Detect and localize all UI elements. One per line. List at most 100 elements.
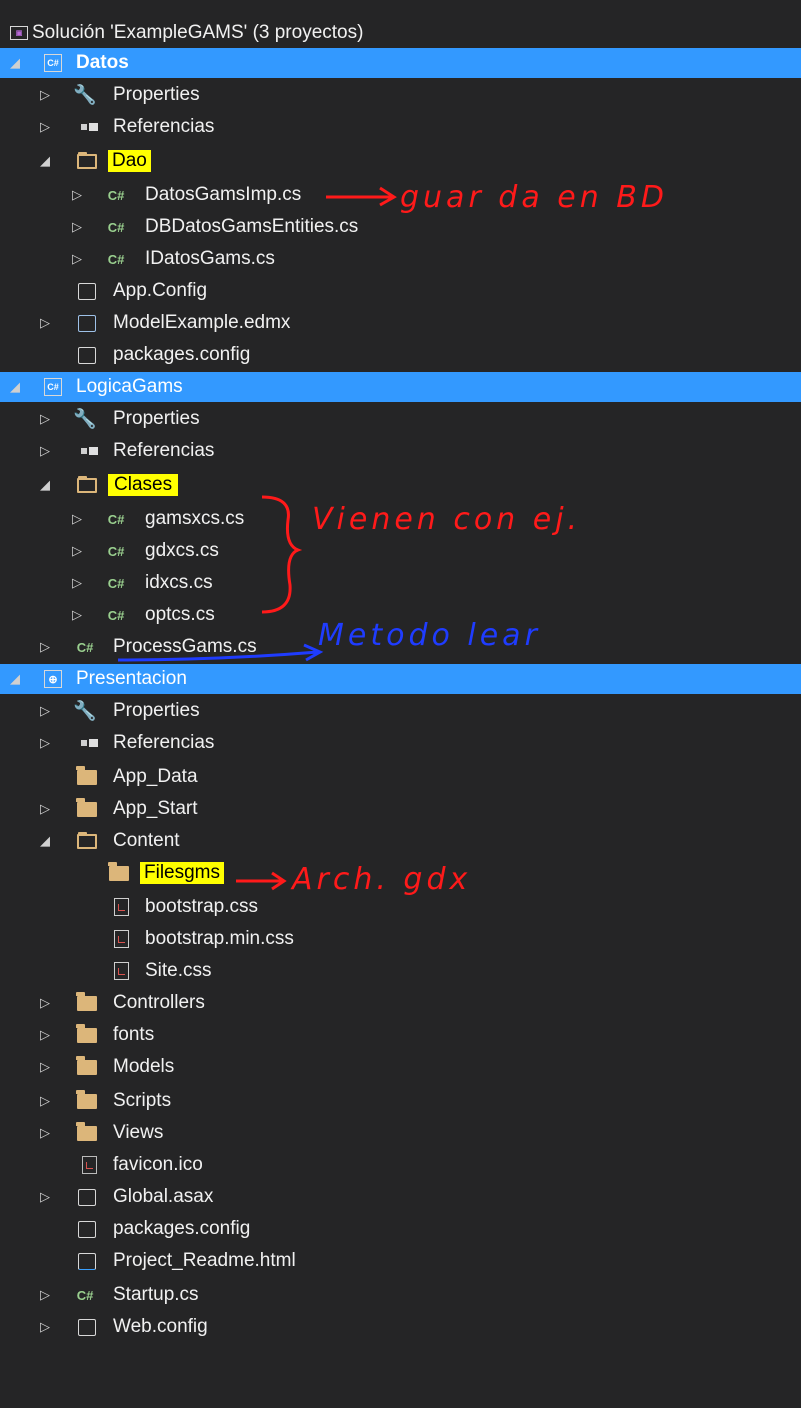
tree-item-label: Global.asax [113, 1186, 214, 1207]
collapsed-arrow-icon[interactable]: ▷ [70, 511, 84, 526]
collapsed-arrow-icon[interactable]: ▷ [38, 801, 52, 816]
tree-item-packagesconfig[interactable]: packages.config [0, 340, 801, 370]
solution-node[interactable]: ▣ Solución 'ExampleGAMS' (3 proyectos) [0, 18, 801, 48]
collapsed-arrow-icon[interactable]: ▷ [70, 607, 84, 622]
collapsed-arrow-icon[interactable]: ▷ [38, 639, 52, 654]
collapsed-arrow-icon[interactable]: ▷ [70, 187, 84, 202]
tree-item-label: Referencias [113, 440, 215, 461]
collapsed-arrow-icon[interactable]: ▷ [38, 703, 52, 718]
expanded-arrow-icon[interactable]: ◢ [8, 379, 22, 394]
wrench-icon: 🔧 [73, 409, 97, 430]
tree-item-label: Referencias [113, 116, 215, 137]
tree-item-views[interactable]: ▷ Views [0, 1118, 801, 1148]
collapsed-arrow-icon[interactable]: ▷ [38, 1027, 52, 1042]
project-datos[interactable]: ◢ C# Datos [0, 48, 801, 78]
tree-item-globalasax[interactable]: ▷ Global.asax [0, 1182, 801, 1212]
tree-item-label: Properties [113, 408, 200, 429]
collapsed-arrow-icon[interactable]: ▷ [38, 443, 52, 458]
collapsed-arrow-icon[interactable]: ▷ [38, 1319, 52, 1334]
wrench-icon: 🔧 [73, 701, 97, 722]
tree-item-clases[interactable]: ◢ Clases [0, 470, 801, 500]
tree-item-sitecss[interactable]: Site.css [0, 956, 801, 986]
folder-icon [108, 861, 130, 884]
tree-item-label: App.Config [113, 280, 208, 301]
tree-item-startup[interactable]: ▷ C# Startup.cs [0, 1280, 801, 1310]
collapsed-arrow-icon[interactable]: ▷ [70, 251, 84, 266]
csharp-project-icon: C# [42, 376, 64, 398]
tree-item-content[interactable]: ◢ Content [0, 826, 801, 856]
folder-icon [76, 991, 98, 1014]
config-file-icon [76, 1218, 98, 1240]
tree-item-idatosgams[interactable]: ▷ C# IDatosGams.cs [0, 244, 801, 274]
tree-item-fonts[interactable]: ▷ fonts [0, 1020, 801, 1050]
tree-item-scripts[interactable]: ▷ Scripts [0, 1086, 801, 1116]
folder-icon [76, 765, 98, 788]
tree-item-properties[interactable]: ▷ 🔧 Properties [0, 404, 801, 434]
tree-item-packagesconfig[interactable]: packages.config [0, 1214, 801, 1244]
tree-item-gdxcs[interactable]: ▷ C# gdxcs.cs [0, 536, 801, 566]
expanded-arrow-icon[interactable]: ◢ [38, 477, 52, 492]
collapsed-arrow-icon[interactable]: ▷ [38, 1093, 52, 1108]
tree-item-label: packages.config [113, 344, 251, 365]
annotation-guarda: guar da en BD [400, 180, 668, 215]
tree-item-label: ModelExample.edmx [113, 312, 291, 333]
tree-item-label: idxcs.cs [145, 572, 213, 593]
tree-item-properties[interactable]: ▷ 🔧 Properties [0, 696, 801, 726]
tree-item-label: Site.css [145, 960, 212, 981]
solution-label: Solución 'ExampleGAMS' (3 proyectos) [32, 22, 364, 43]
tree-item-idxcs[interactable]: ▷ C# idxcs.cs [0, 568, 801, 598]
tree-item-label: Controllers [113, 992, 205, 1013]
csharp-file-icon: C# [107, 543, 125, 559]
tree-item-dbdatosgamsentities[interactable]: ▷ C# DBDatosGamsEntities.cs [0, 212, 801, 242]
tree-item-referencias[interactable]: ▷ Referencias [0, 112, 801, 142]
collapsed-arrow-icon[interactable]: ▷ [38, 1059, 52, 1074]
collapsed-arrow-icon[interactable]: ▷ [38, 1189, 52, 1204]
html-file-icon [76, 1250, 98, 1272]
annotation-metodo: Metodo lear [318, 618, 541, 653]
collapsed-arrow-icon[interactable]: ▷ [38, 995, 52, 1010]
tree-item-appdata[interactable]: App_Data [0, 762, 801, 792]
project-presentacion[interactable]: ◢ ⊕ Presentacion [0, 664, 801, 694]
tree-item-label: IDatosGams.cs [145, 248, 275, 269]
tree-item-label: packages.config [113, 1218, 251, 1239]
collapsed-arrow-icon[interactable]: ▷ [70, 543, 84, 558]
tree-item-label: DatosGamsImp.cs [145, 184, 302, 205]
expanded-arrow-icon[interactable]: ◢ [8, 671, 22, 686]
collapsed-arrow-icon[interactable]: ▷ [38, 735, 52, 750]
collapsed-arrow-icon[interactable]: ▷ [70, 575, 84, 590]
csharp-file-icon: C# [107, 187, 125, 203]
tree-item-label: Clases [108, 474, 179, 496]
tree-item-favicon[interactable]: favicon.ico [0, 1150, 801, 1180]
tree-item-referencias[interactable]: ▷ Referencias [0, 728, 801, 758]
tree-item-webconfig[interactable]: ▷ Web.config [0, 1312, 801, 1342]
tree-item-referencias[interactable]: ▷ Referencias [0, 436, 801, 466]
collapsed-arrow-icon[interactable]: ▷ [38, 411, 52, 426]
expanded-arrow-icon[interactable]: ◢ [8, 55, 22, 70]
tree-item-properties[interactable]: ▷ 🔧 Properties [0, 80, 801, 110]
csharp-file-icon: C# [107, 575, 125, 591]
collapsed-arrow-icon[interactable]: ▷ [38, 1287, 52, 1302]
tree-item-projectreadme[interactable]: Project_Readme.html [0, 1246, 801, 1276]
collapsed-arrow-icon[interactable]: ▷ [38, 315, 52, 330]
csharp-file-icon: C# [107, 607, 125, 623]
collapsed-arrow-icon[interactable]: ▷ [38, 87, 52, 102]
tree-item-modelexample[interactable]: ▷ ModelExample.edmx [0, 308, 801, 338]
folder-icon [76, 1055, 98, 1078]
collapsed-arrow-icon[interactable]: ▷ [70, 219, 84, 234]
collapsed-arrow-icon[interactable]: ▷ [38, 1125, 52, 1140]
collapsed-arrow-icon[interactable]: ▷ [38, 119, 52, 134]
tree-item-appstart[interactable]: ▷ App_Start [0, 794, 801, 824]
tree-item-appconfig[interactable]: App.Config [0, 276, 801, 306]
tree-item-models[interactable]: ▷ Models [0, 1052, 801, 1082]
references-icon [78, 116, 100, 138]
tree-item-label: Project_Readme.html [113, 1250, 296, 1271]
expanded-arrow-icon[interactable]: ◢ [38, 153, 52, 168]
expanded-arrow-icon[interactable]: ◢ [38, 833, 52, 848]
tree-item-label: gdxcs.cs [145, 540, 219, 561]
tree-item-label: App_Data [113, 766, 198, 787]
tree-item-bootstrapmincss[interactable]: bootstrap.min.css [0, 924, 801, 954]
tree-item-label: bootstrap.min.css [145, 928, 294, 949]
tree-item-controllers[interactable]: ▷ Controllers [0, 988, 801, 1018]
project-logicagams[interactable]: ◢ C# LogicaGams [0, 372, 801, 402]
tree-item-dao[interactable]: ◢ Dao [0, 146, 801, 176]
